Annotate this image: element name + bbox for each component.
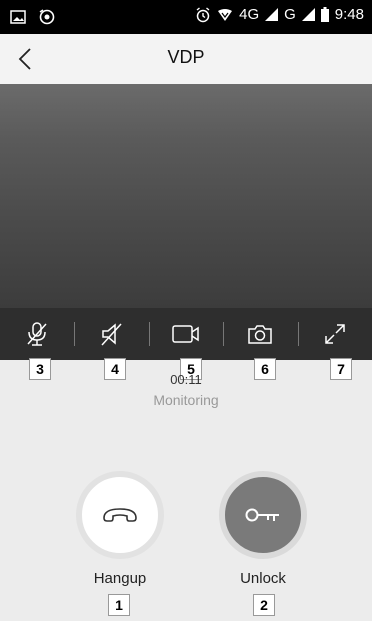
hangup-label: Hangup (93, 570, 147, 587)
call-timer: 00:11 (170, 372, 202, 387)
call-toolbar (0, 308, 372, 360)
network-4g-label: 4G (239, 6, 260, 23)
status-time: 9:48 (334, 6, 364, 23)
status-bar: 4G G 9:48 (0, 0, 372, 34)
snapshot-button[interactable] (223, 308, 297, 360)
app-header: VDP (0, 34, 372, 85)
network-g-label: G (284, 6, 296, 23)
sync-icon (38, 8, 56, 26)
hangup-button[interactable] (76, 471, 164, 559)
phone-hangup-icon (103, 508, 137, 522)
callout-badge-hangup: 1 (108, 594, 130, 616)
call-status: Monitoring (153, 392, 219, 408)
battery-icon (320, 7, 329, 22)
fullscreen-button[interactable] (297, 308, 372, 360)
callout-badge-unlock: 2 (253, 594, 275, 616)
speaker-off-icon (101, 323, 122, 346)
speaker-off-button[interactable] (74, 308, 148, 360)
alarm-icon (195, 6, 211, 23)
gallery-icon (10, 10, 26, 24)
video-camera-icon (172, 325, 199, 343)
record-video-button[interactable] (148, 308, 223, 360)
mic-off-icon (27, 322, 47, 346)
unlock-button[interactable] (219, 471, 307, 559)
expand-icon (325, 324, 345, 344)
video-feed (0, 84, 372, 308)
data-icon (217, 8, 233, 22)
unlock-label: Unlock (240, 570, 286, 587)
signal-icon (265, 8, 279, 21)
page-title: VDP (167, 47, 205, 67)
key-icon (245, 508, 279, 522)
mic-off-button[interactable] (0, 308, 74, 360)
signal-icon (301, 8, 315, 21)
camera-icon (248, 325, 273, 344)
